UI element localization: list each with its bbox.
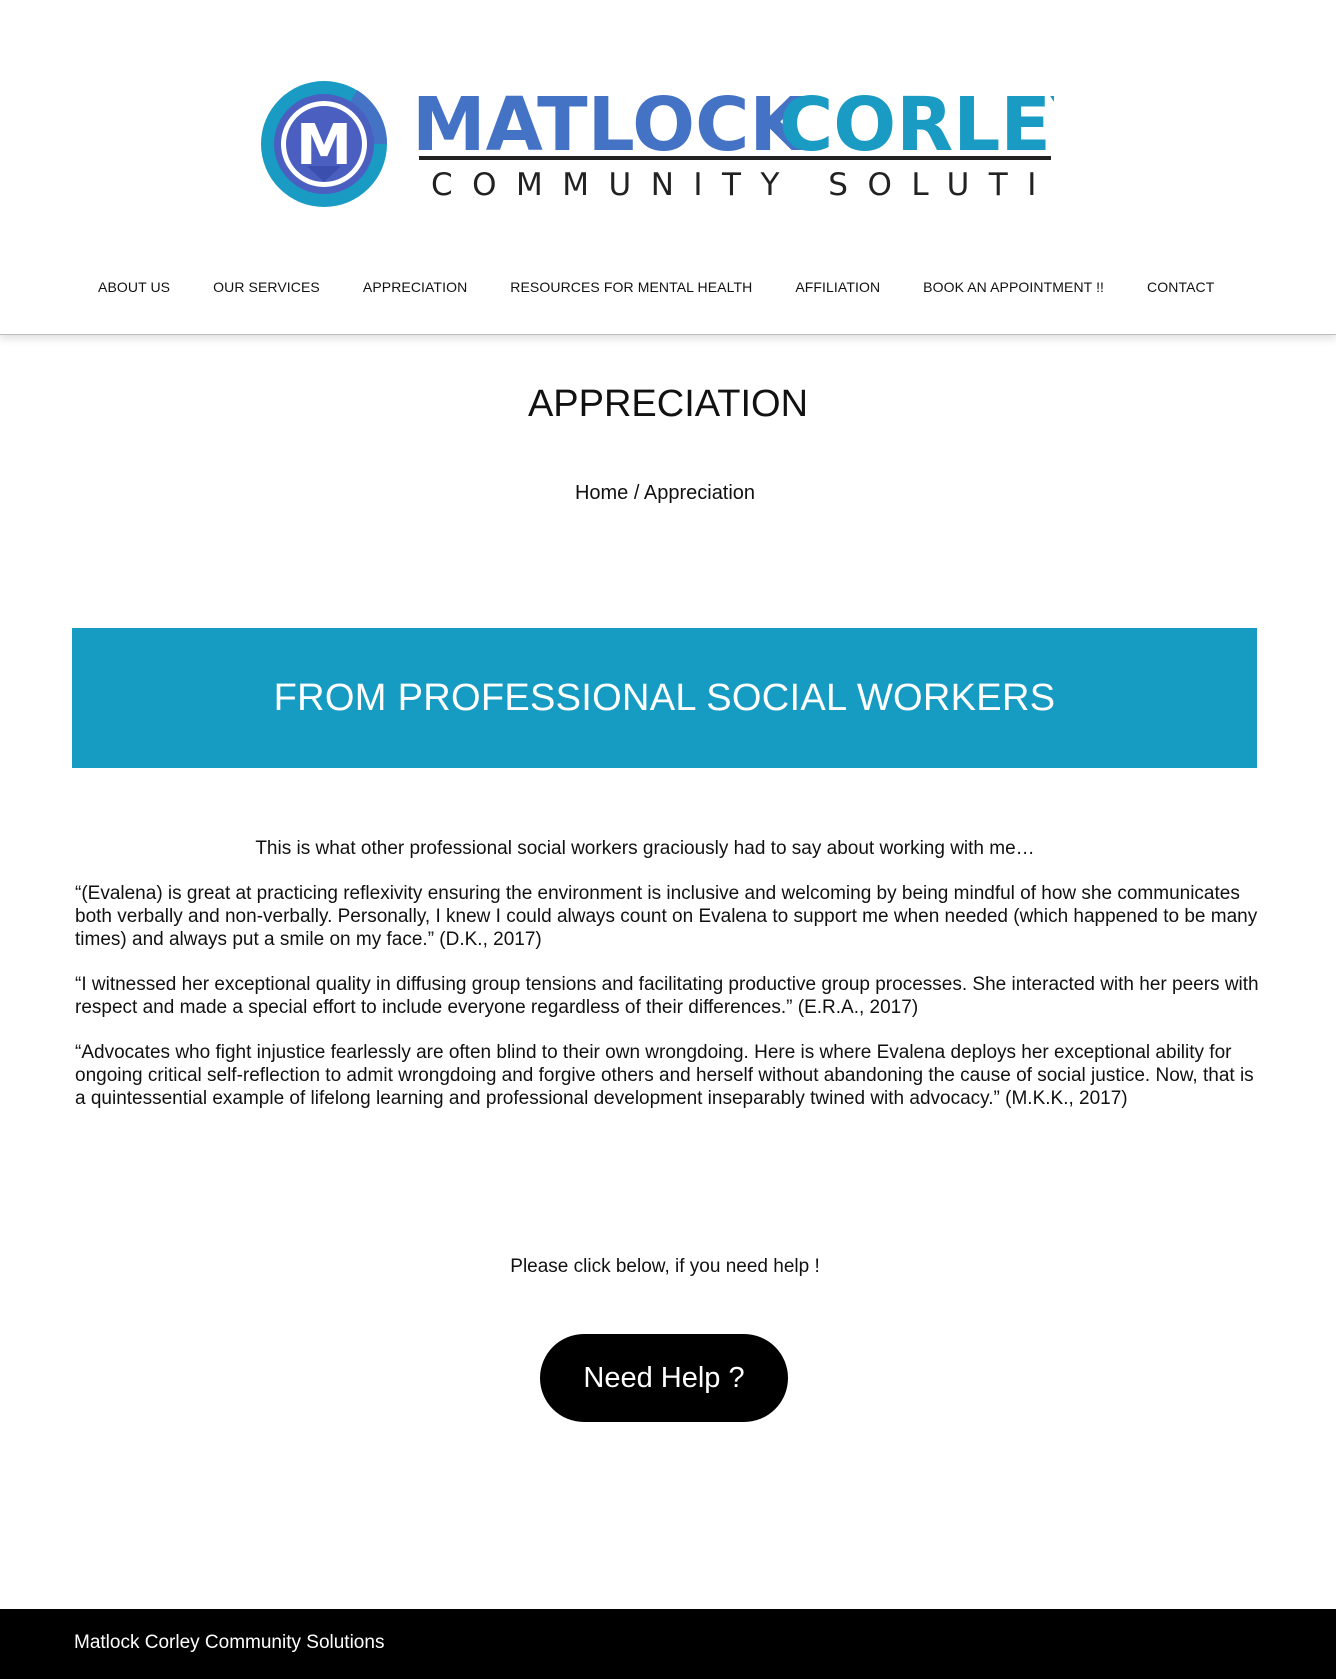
testimonial-text: “Advocates who fight injustice fearlessl… (75, 1042, 1254, 1109)
logo-wordmark: MATLOCK CORLEY COMMUNITY SOLUTIONS (412, 82, 1054, 203)
brand-name-part1: MATLOCK (412, 82, 809, 168)
breadcrumb: Home / Appreciation (0, 482, 1330, 505)
section-banner: FROM PROFESSIONAL SOCIAL WORKERS (72, 628, 1257, 768)
footer-text: Matlock Corley Community Solutions (74, 1632, 385, 1653)
nav-item-about-us[interactable]: ABOUT US (98, 279, 170, 295)
testimonials-intro: This is what other professional social w… (255, 838, 1035, 859)
testimonial-text: “I witnessed her exceptional quality in … (75, 974, 1259, 1018)
nav-item-appreciation[interactable]: APPRECIATION (363, 279, 467, 295)
site-footer: Matlock Corley Community Solutions (0, 1609, 1336, 1679)
brand-tagline: COMMUNITY SOLUTIONS (431, 167, 1054, 203)
nav-item-resources-mental-health[interactable]: RESOURCES FOR MENTAL HEALTH (510, 279, 752, 295)
page-title: APPRECIATION (527, 383, 809, 425)
breadcrumb-current: Appreciation (643, 482, 756, 504)
main-nav: ABOUT US OUR SERVICES APPRECIATION RESOU… (98, 277, 1214, 297)
logo-divider (419, 156, 1051, 160)
banner-heading: FROM PROFESSIONAL SOCIAL WORKERS (273, 676, 1056, 719)
help-prompt: Please click below, if you need help ! (510, 1256, 820, 1277)
need-help-button[interactable]: Need Help ? (540, 1334, 788, 1422)
nav-item-contact[interactable]: CONTACT (1147, 279, 1214, 295)
nav-item-our-services[interactable]: OUR SERVICES (213, 279, 320, 295)
brand-name-part2: CORLEY (779, 82, 1054, 168)
breadcrumb-home-link[interactable]: Home (575, 482, 628, 504)
nav-item-book-appointment[interactable]: BOOK AN APPOINTMENT !! (923, 279, 1104, 295)
nav-item-affiliation[interactable]: AFFILIATION (795, 279, 880, 295)
testimonials-section: This is what other professional social w… (75, 837, 1260, 1132)
site-header: M MATLOCK CORLEY COMMUNITY SOLUTIONS ABO… (0, 0, 1336, 335)
breadcrumb-separator: / (628, 482, 644, 504)
site-logo[interactable]: M MATLOCK CORLEY COMMUNITY SOLUTIONS (259, 80, 1054, 208)
testimonial-text: “(Evalena) is great at practicing reflex… (75, 883, 1258, 950)
